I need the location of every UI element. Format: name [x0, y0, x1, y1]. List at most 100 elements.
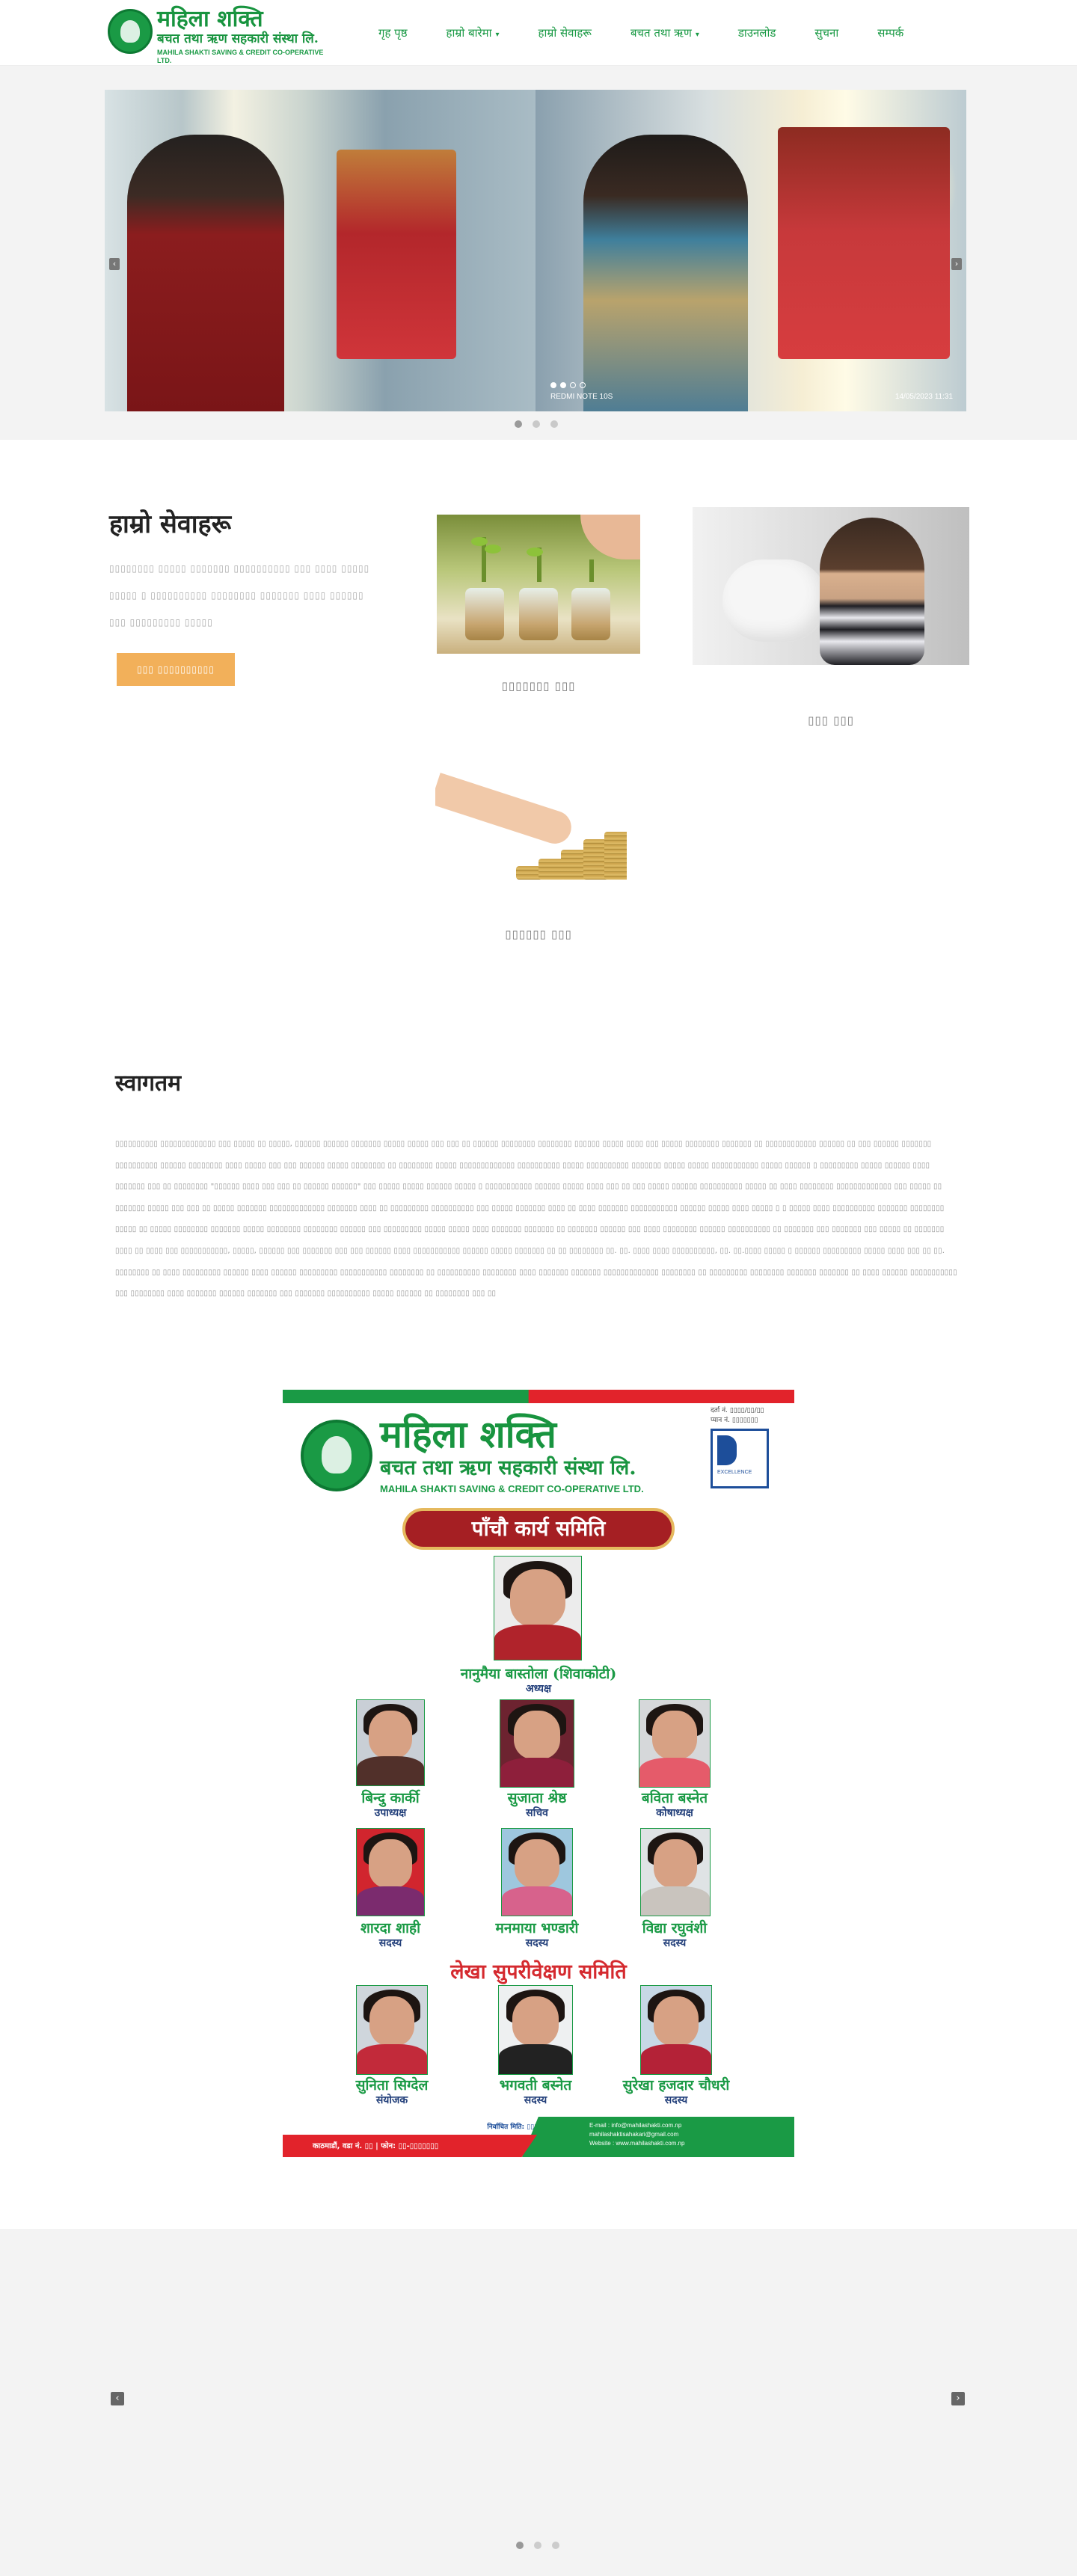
chevron-right-icon[interactable]: › — [951, 2392, 965, 2405]
slider-dot[interactable] — [534, 2542, 541, 2549]
hero-slider: REDMI NOTE 10S 14/05/2023 11:31 ‹ › — [0, 66, 1077, 440]
face — [369, 1710, 412, 1758]
nav-contact-label: सम्पर्क — [877, 26, 904, 40]
attire — [641, 1886, 710, 1916]
plant-stem — [589, 559, 594, 582]
services-more-button[interactable]: ▯▯▯ ▯▯▯▯▯▯▯▯▯▯ — [117, 653, 235, 686]
attire — [502, 1886, 572, 1916]
slider-dot[interactable] — [516, 2542, 524, 2549]
woman-image — [127, 135, 284, 411]
member-role: सदस्य — [664, 2094, 688, 2106]
nav-services-label: हाम्रो सेवाहरू — [538, 26, 592, 40]
face — [369, 1996, 415, 2046]
coins-image[interactable] — [435, 761, 627, 896]
nav-item-home[interactable]: गृह पृष्ठ — [378, 25, 408, 40]
slider-dot[interactable] — [552, 2542, 559, 2549]
committee-banner: पाँचौ कार्य समिति — [402, 1508, 675, 1550]
member-name: मनमाया भण्डारी — [495, 1920, 579, 1936]
member-name: बविता बस्नेत — [641, 1790, 708, 1806]
member-photo — [500, 1699, 574, 1788]
face — [653, 1839, 698, 1888]
chevron-left-icon[interactable]: ‹ — [109, 258, 120, 270]
chevron-down-icon: ▾ — [695, 31, 699, 39]
child — [820, 518, 924, 665]
chevron-right-icon[interactable]: › — [951, 258, 962, 270]
excellence-seal-icon: EXCELLENCE — [711, 1429, 769, 1488]
face — [651, 1710, 698, 1759]
member-photo — [501, 1828, 573, 1916]
service-card-label[interactable]: ▯▯▯▯▯▯ ▯▯▯ — [435, 927, 642, 941]
leaf — [527, 548, 543, 556]
service-card-label[interactable]: ▯▯▯▯▯▯▯ ▯▯▯ — [437, 679, 640, 693]
face — [513, 1710, 561, 1759]
poster-address: काठमाडौं, वडा नं. ▯▯ | फोन: ▯▯-▯▯▯▯▯▯▯ — [313, 2142, 439, 2150]
savings-image[interactable] — [437, 515, 640, 654]
nav-item-contact[interactable]: सम्पर्क — [877, 25, 903, 40]
nav-item-notice[interactable]: सुचना — [814, 25, 838, 40]
attire — [357, 1886, 424, 1916]
chevron-down-icon: ▾ — [495, 31, 500, 39]
attire — [641, 2043, 711, 2074]
nav-item-services[interactable]: हाम्रो सेवाहरू — [538, 25, 592, 40]
poster-english: MAHILA SHAKTI SAVING & CREDIT CO-OPERATI… — [380, 1483, 644, 1494]
nav-home-label: गृह पृष्ठ — [378, 26, 408, 40]
face — [514, 1839, 560, 1888]
face — [512, 1996, 559, 2046]
leaf — [471, 537, 488, 546]
face — [509, 1568, 566, 1627]
camera-watermark: REDMI NOTE 10S — [550, 393, 613, 401]
welcome-heading: स्वागतम — [115, 1070, 182, 1097]
member-name: सुरेखा हजदार चौधरी — [622, 2077, 730, 2094]
nav-item-about[interactable]: हाम्रो बारेमा ▾ — [447, 25, 500, 40]
member-role: उपाध्यक्ष — [374, 1807, 407, 1819]
nav-savings-label: बचत तथा ऋण — [630, 26, 692, 40]
photo-dots — [550, 382, 586, 388]
photo-dot — [570, 382, 576, 388]
logo-subtitle: बचत तथा ऋण सहकारी संस्था लि. — [157, 31, 319, 46]
member-photo — [356, 1828, 425, 1916]
logo-title: महिला शक्ति — [157, 6, 263, 32]
slider-dot[interactable] — [515, 420, 522, 428]
member-name: भगवती बस्नेत — [499, 2077, 572, 2094]
piggy-bank — [722, 559, 827, 642]
leaf — [485, 545, 501, 553]
attire — [357, 1756, 424, 1785]
member-photo — [498, 1985, 573, 2075]
poster-subtitle: बचत तथा ऋण सहकारी संस्था लि. — [380, 1456, 636, 1479]
woman-image — [583, 135, 748, 411]
nav-item-savings-loan[interactable]: बचत तथा ऋण ▾ — [630, 25, 699, 40]
site-logo[interactable]: महिला शक्ति बचत तथा ऋण सहकारी संस्था लि.… — [108, 6, 340, 64]
services-description: ▯▯▯▯▯▯▯▯ ▯▯▯▯▯ ▯▯▯▯▯▯▯ ▯▯▯▯▯▯▯▯▯▯ ▯▯▯ ▯▯… — [109, 563, 370, 628]
coin-stack — [604, 832, 627, 880]
member-role: अध्यक्ष — [525, 1683, 552, 1695]
attire — [639, 1757, 710, 1787]
hand-image — [580, 515, 640, 559]
face — [369, 1839, 412, 1888]
slider-dots — [515, 420, 558, 428]
shrine-image — [778, 127, 950, 359]
slider-dot[interactable] — [533, 420, 540, 428]
member-role: सदस्य — [663, 1937, 687, 1949]
coin-jar — [571, 588, 610, 640]
member-photo — [356, 1985, 428, 2075]
member-photo — [494, 1556, 582, 1660]
chevron-left-icon[interactable]: ‹ — [111, 2392, 124, 2405]
nav-notice-label: सुचना — [814, 26, 839, 40]
member-role: सदस्य — [378, 1937, 402, 1949]
service-card-label[interactable]: ▯▯▯ ▯▯▯ — [693, 714, 969, 727]
coin-jar — [465, 588, 504, 640]
seal-text: EXCELLENCE — [717, 1470, 752, 1475]
slider-dots — [516, 2542, 559, 2549]
services-heading: हाम्रो सेवाहरू — [109, 509, 232, 539]
member-name: नानुमैया बास्तोला (शिवाकोटी) — [460, 1666, 617, 1682]
welcome-text: ▯▯▯▯▯▯▯▯▯▯ ▯▯▯▯▯▯▯▯▯▯▯▯▯ ▯▯▯ ▯▯▯▯▯ ▯▯ ▯▯… — [115, 1140, 957, 1298]
photo-dot — [580, 382, 586, 388]
member-role: संयोजक — [375, 2094, 408, 2106]
bottom-slider: ‹ › — [0, 2229, 1077, 2576]
logo-english: MAHILA SHAKTI SAVING & CREDIT CO-OPERATI… — [157, 49, 324, 64]
slider-dot[interactable] — [550, 420, 558, 428]
nav-item-download[interactable]: डाउनलोड — [738, 25, 776, 40]
member-role: सदस्य — [525, 1937, 549, 1949]
child-savings-image[interactable] — [693, 507, 969, 665]
poster-title: महिला शक्ति — [380, 1412, 556, 1456]
